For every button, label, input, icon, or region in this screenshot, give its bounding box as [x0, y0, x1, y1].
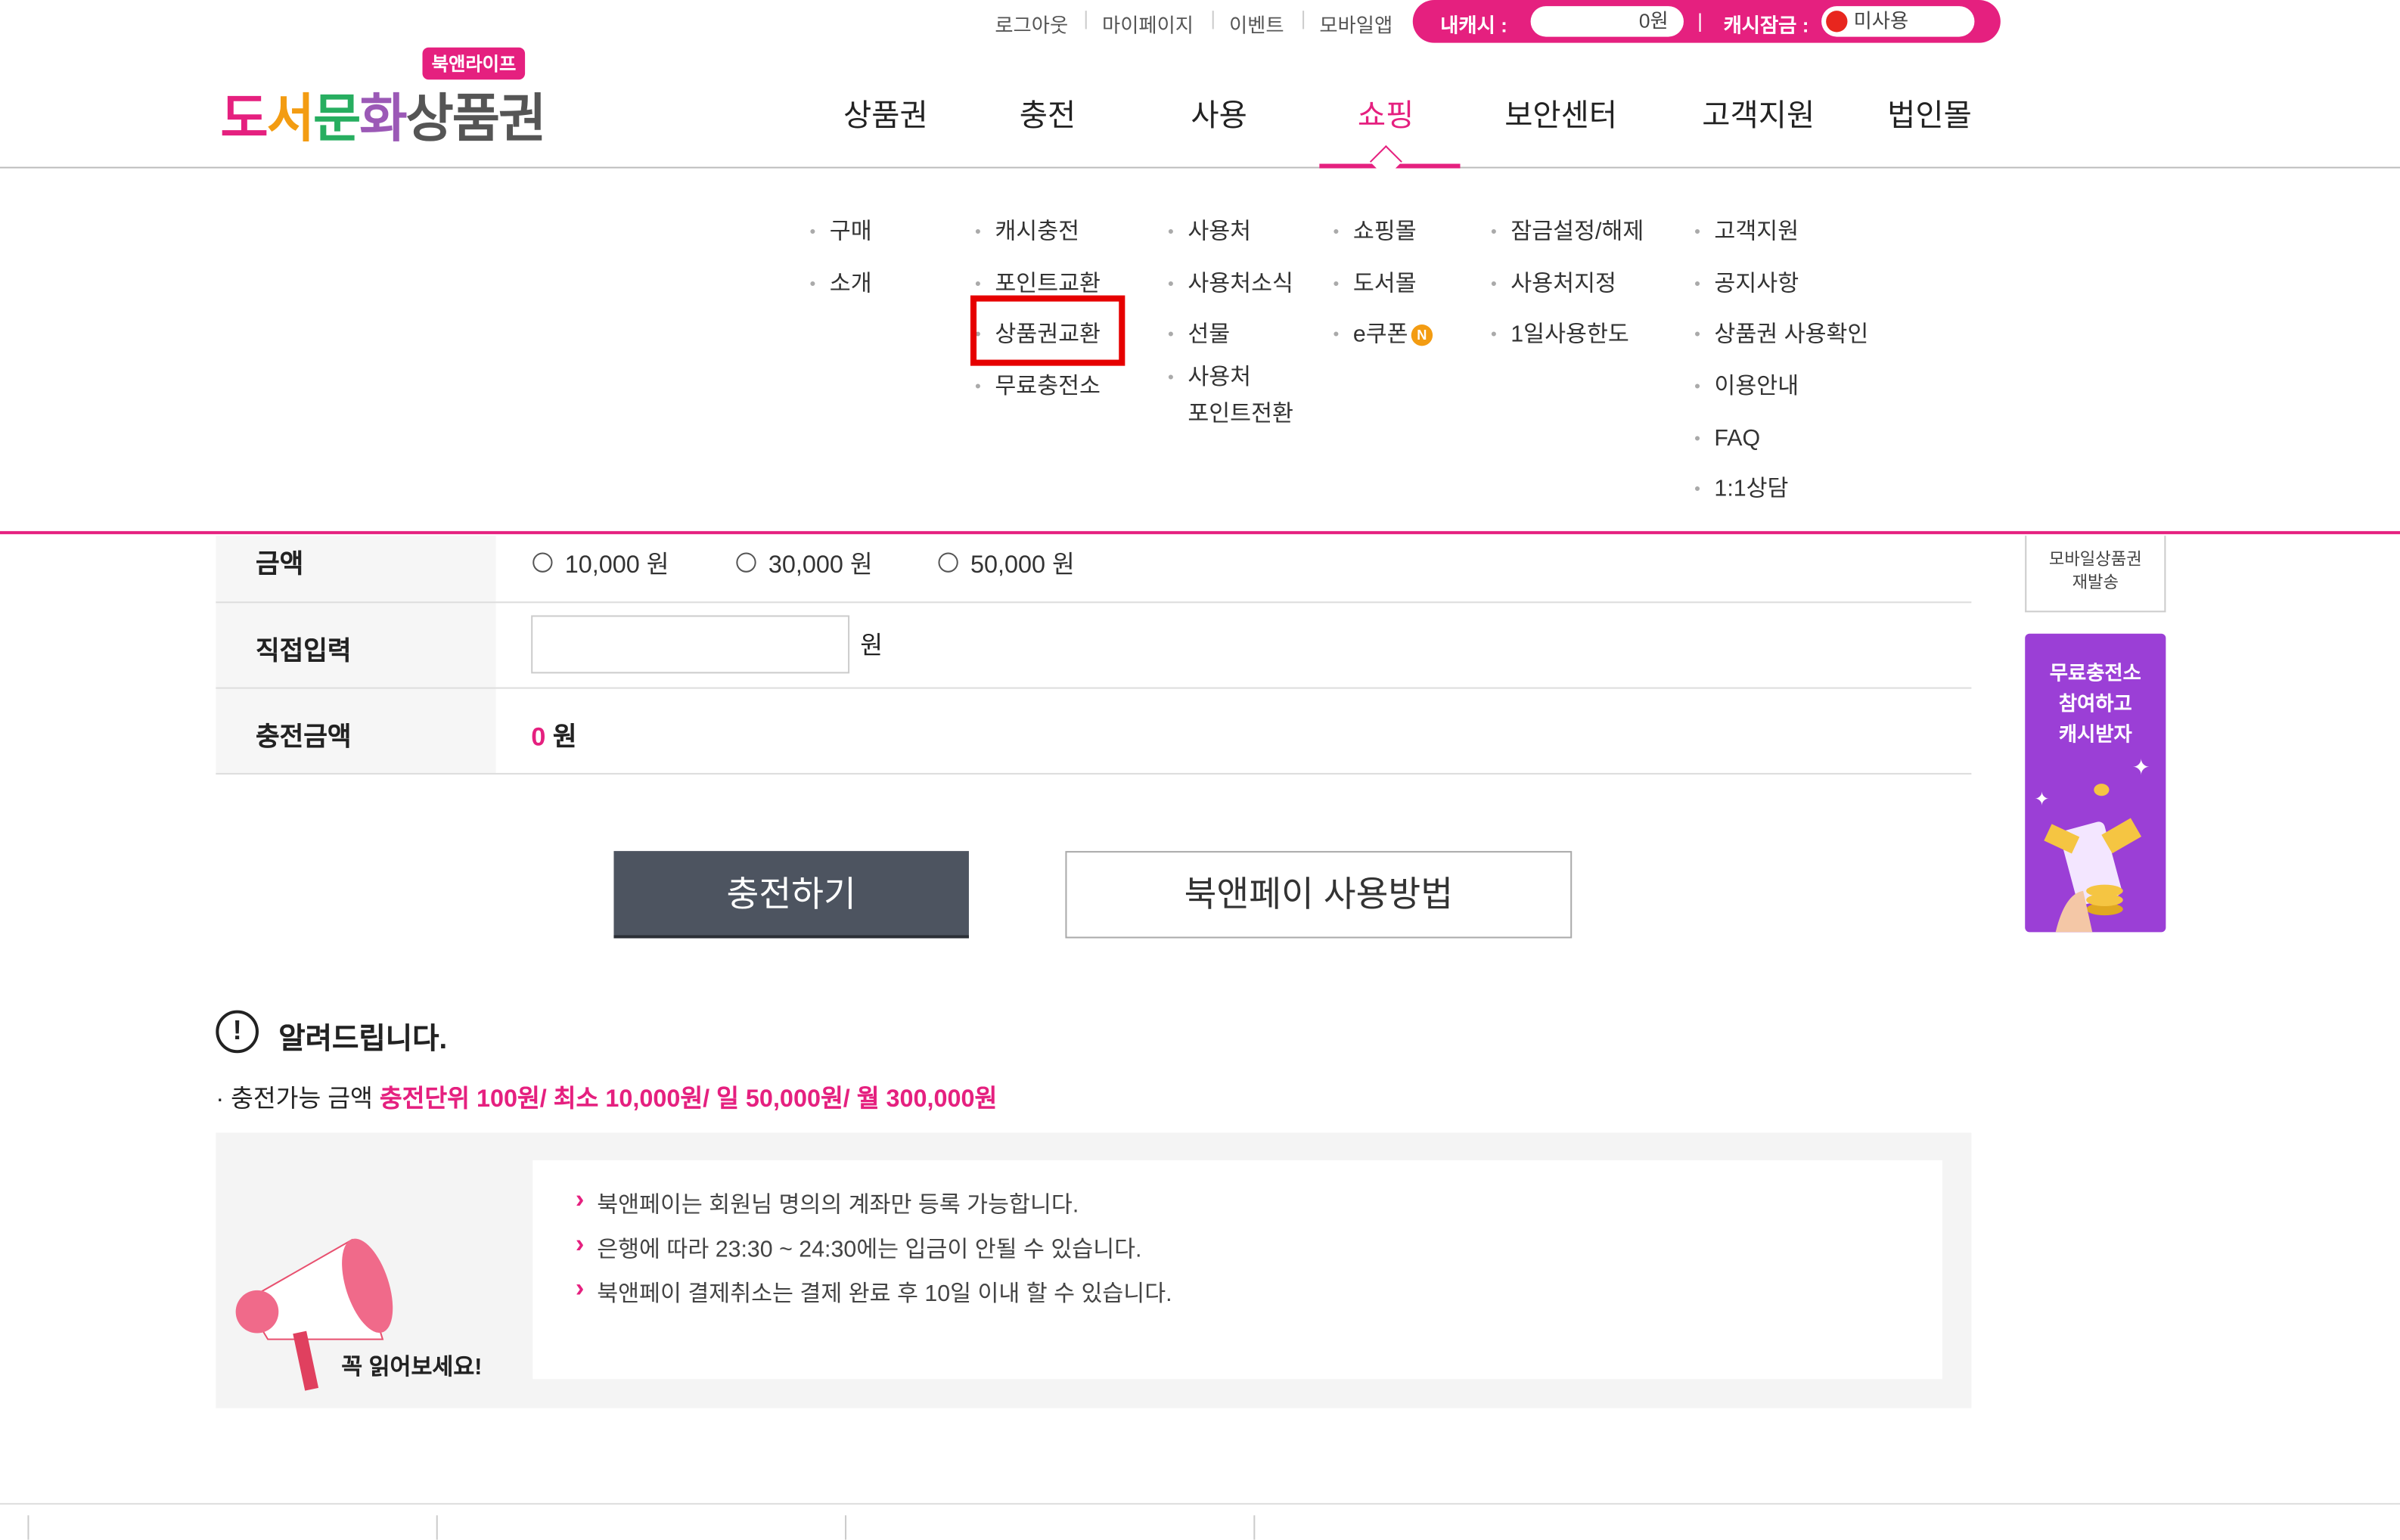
must-read-label: 꼭 읽어보세요! [341, 1354, 483, 1381]
svg-text:✦: ✦ [2034, 789, 2049, 809]
event-link[interactable]: 이벤트 [1229, 9, 1284, 38]
total-label: 충전금액 [255, 722, 352, 752]
row-divider [216, 601, 1972, 604]
cash-lock-toggle[interactable]: 미사용 [1821, 6, 1975, 37]
free-charge-banner[interactable]: 무료충전소 참여하고 캐시받자 ✦ ✦ [2025, 633, 2166, 933]
direct-input-label: 직접입력 [255, 636, 352, 666]
notice-title: 알려드립니다. [278, 1023, 448, 1057]
nav-security[interactable]: 보안센터 [1504, 90, 1617, 135]
direct-amount-input[interactable] [531, 615, 850, 674]
coins-phone-icon: ✦ ✦ [2034, 756, 2150, 933]
divider [1302, 11, 1305, 29]
cash-label: 내캐시 : [1440, 14, 1507, 37]
footer-divider [0, 1503, 2400, 1505]
cash-divider: | [1697, 9, 1703, 33]
amount-option-50000[interactable]: 50,000 원 [938, 543, 1075, 580]
submenu-gift[interactable]: 선물 [1168, 317, 1230, 354]
nav-corporate[interactable]: 법인몰 [1887, 90, 1972, 135]
submenu-daily-limit[interactable]: 1일사용한도 [1491, 317, 1629, 354]
lock-status-icon [1826, 11, 1848, 33]
submenu-free-charge[interactable]: 무료충전소 [975, 369, 1101, 406]
howto-button[interactable]: 북앤페이 사용방법 [1065, 851, 1573, 939]
new-badge-icon: N [1411, 324, 1433, 346]
submenu-merchant-news[interactable]: 사용처소식 [1168, 266, 1293, 303]
divider [1085, 11, 1087, 29]
exclamation-icon: ! [216, 1010, 259, 1054]
charge-button[interactable]: 충전하기 [613, 851, 969, 939]
submenu-ecoupon[interactable]: e쿠폰N [1334, 317, 1433, 353]
cash-value: 0원 [1530, 6, 1684, 37]
amount-option-10000[interactable]: 10,000 원 [532, 543, 669, 580]
submenu-notice[interactable]: 공지사항 [1694, 266, 1799, 303]
submenu-shopping-mall[interactable]: 쇼핑몰 [1333, 214, 1416, 251]
submenu-merchant-assign[interactable]: 사용처지정 [1491, 266, 1616, 303]
highlight-box [970, 295, 1125, 366]
submenu-faq[interactable]: FAQ [1694, 421, 1760, 458]
direct-unit: 원 [860, 633, 883, 660]
submenu-intro[interactable]: 소개 [810, 266, 872, 303]
submenu-cash-charge[interactable]: 캐시충전 [975, 214, 1079, 251]
mega-menu-border [0, 531, 2400, 535]
mobile-app-link[interactable]: 모바일앱 [1319, 9, 1392, 38]
nav-giftcard[interactable]: 상품권 [843, 90, 928, 135]
divider [1212, 11, 1214, 29]
cash-lock-value: 미사용 [1853, 9, 1909, 33]
row-divider [216, 687, 1972, 689]
submenu-book-mall[interactable]: 도서몰 [1333, 266, 1416, 303]
submenu-buy[interactable]: 구매 [810, 214, 872, 251]
submenu-guide[interactable]: 이용안내 [1694, 369, 1799, 406]
submenu-customer-support[interactable]: 고객지원 [1694, 214, 1799, 251]
nav-shopping[interactable]: 쇼핑 [1358, 90, 1414, 135]
radio-icon [938, 552, 958, 573]
logo-badge: 북앤라이프 [422, 47, 526, 80]
submenu-1to1[interactable]: 1:1상담 [1694, 471, 1789, 508]
cash-lock-label: 캐시잠금 : [1723, 14, 1809, 37]
site-logo[interactable]: 도서문화상품권 [220, 76, 546, 151]
notice-item: 북앤페이는 회원님 명의의 계좌만 등록 가능합니다. [576, 1184, 1079, 1219]
mobile-resend-button[interactable]: 모바일상품권 재발송 [2025, 536, 2166, 613]
submenu-lock-setting[interactable]: 잠금설정/해제 [1491, 214, 1644, 251]
nav-charge[interactable]: 충전 [1020, 90, 1076, 135]
notice-item: 북앤페이 결제취소는 결제 완료 후 10일 이내 할 수 있습니다. [576, 1274, 1172, 1309]
submenu-giftcard-check[interactable]: 상품권 사용확인 [1694, 317, 1868, 354]
mypage-link[interactable]: 마이페이지 [1102, 9, 1194, 38]
charge-limit-info: · 충전가능 금액 충전단위 100원/ 최소 10,000원/ 일 50,00… [216, 1086, 998, 1113]
amount-option-30000[interactable]: 30,000 원 [736, 543, 873, 580]
submenu-merchants[interactable]: 사용처 [1168, 214, 1251, 251]
logout-link[interactable]: 로그아웃 [995, 9, 1068, 38]
svg-text:✦: ✦ [2132, 756, 2150, 780]
cash-status-bar: 내캐시 : 0원 | 캐시잠금 : 미사용 [1412, 0, 2001, 43]
radio-icon [736, 552, 756, 573]
row-divider [216, 772, 1972, 775]
nav-support[interactable]: 고객지원 [1702, 90, 1815, 135]
nav-use[interactable]: 사용 [1191, 90, 1247, 135]
radio-icon [532, 552, 553, 573]
total-amount: 0 원 [531, 722, 577, 752]
submenu-merchant-point[interactable]: 사용처포인트전환 [1168, 360, 1293, 433]
notice-item: 은행에 따라 23:30 ~ 24:30에는 입금이 안될 수 있습니다. [576, 1229, 1142, 1264]
amount-label: 금액 [255, 549, 304, 579]
